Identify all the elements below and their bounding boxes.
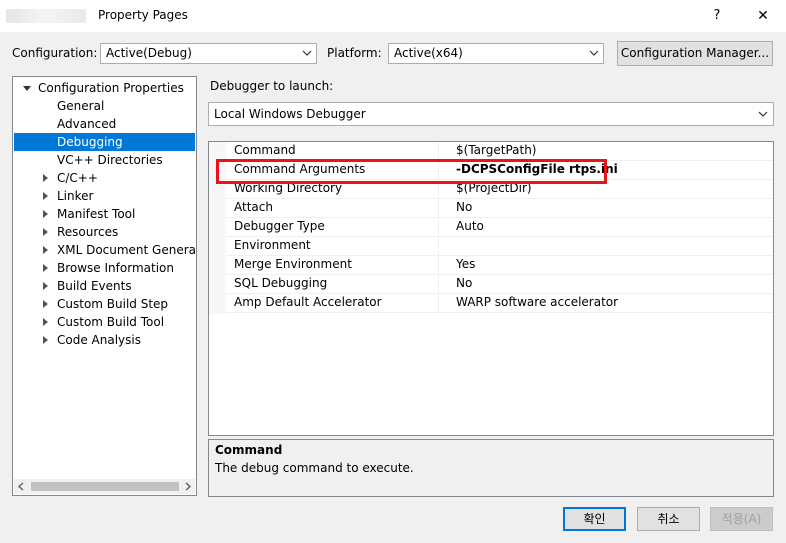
platform-label: Platform: — [327, 46, 382, 60]
description-title: Command — [215, 443, 283, 457]
app-icon — [6, 9, 86, 23]
horizontal-scrollbar[interactable] — [14, 479, 195, 494]
scroll-right-icon[interactable] — [183, 482, 192, 491]
cancel-button[interactable]: 취소 — [637, 507, 700, 531]
apply-button[interactable]: 적용(A) — [710, 507, 773, 531]
property-value[interactable]: No — [438, 275, 472, 294]
chevron-down-icon — [589, 50, 599, 56]
expand-arrow-icon[interactable] — [43, 318, 48, 326]
category-tree[interactable]: Configuration Properties General Advanced… — [12, 76, 197, 496]
highlight-annotation — [216, 159, 607, 184]
tree-item-vc-directories[interactable]: VC++ Directories — [57, 151, 163, 169]
property-grid[interactable]: Command $(TargetPath) Command Arguments -DC… — [208, 141, 774, 436]
property-name: Debugger Type — [234, 219, 325, 233]
tree-item-resources[interactable]: Resources — [57, 223, 118, 241]
property-name: SQL Debugging — [234, 276, 328, 290]
tree-item-xml-document-generator[interactable]: XML Document Generator — [57, 241, 196, 259]
debugger-value: Local Windows Debugger — [214, 107, 366, 121]
chevron-down-icon — [758, 111, 768, 117]
property-row[interactable]: Merge Environment Yes — [226, 256, 773, 275]
property-name: Command — [234, 143, 296, 157]
expand-arrow-icon[interactable] — [43, 336, 48, 344]
configuration-value: Active(Debug) — [106, 46, 192, 60]
tree-item-custom-build-step[interactable]: Custom Build Step — [57, 295, 168, 313]
expand-arrow-icon[interactable] — [43, 282, 48, 290]
property-row[interactable]: SQL Debugging No — [226, 275, 773, 294]
property-name: Amp Default Accelerator — [234, 295, 382, 309]
configuration-dropdown[interactable]: Active(Debug) — [100, 43, 317, 64]
window-title: Property Pages — [98, 8, 188, 22]
expand-arrow-icon[interactable] — [43, 210, 48, 218]
platform-dropdown[interactable]: Active(x64) — [388, 43, 604, 64]
tree-item-custom-build-tool[interactable]: Custom Build Tool — [57, 313, 164, 331]
property-value[interactable]: WARP software accelerator — [438, 294, 618, 313]
expand-arrow-icon[interactable] — [43, 192, 48, 200]
property-name: Attach — [234, 200, 273, 214]
configuration-label: Configuration: — [12, 46, 98, 60]
tree-item-debugging[interactable]: Debugging — [14, 133, 195, 151]
property-name: Environment — [234, 238, 311, 252]
scrollbar-thumb[interactable] — [31, 482, 179, 491]
property-row[interactable]: Attach No — [226, 199, 773, 218]
property-value[interactable]: No — [438, 199, 472, 218]
expand-arrow-icon[interactable] — [43, 300, 48, 308]
tree-item-build-events[interactable]: Build Events — [57, 277, 132, 295]
debugger-label: Debugger to launch: — [210, 79, 334, 93]
property-value[interactable] — [438, 237, 456, 256]
property-value[interactable]: Auto — [438, 218, 484, 237]
close-button[interactable]: ✕ — [740, 0, 786, 32]
tree-item-general[interactable]: General — [57, 97, 104, 115]
tree-item-c-c[interactable]: C/C++ — [57, 169, 98, 187]
description-panel: Command The debug command to execute. — [208, 439, 774, 497]
property-row[interactable]: Debugger Type Auto — [226, 218, 773, 237]
help-button[interactable]: ? — [700, 0, 734, 32]
platform-value: Active(x64) — [394, 46, 463, 60]
configuration-manager-button[interactable]: Configuration Manager... — [617, 41, 773, 66]
expand-arrow-icon[interactable] — [43, 246, 48, 254]
property-value[interactable]: Yes — [438, 256, 475, 275]
tree-item-code-analysis[interactable]: Code Analysis — [57, 331, 141, 349]
expand-arrow-icon[interactable] — [43, 228, 48, 236]
tree-item-manifest-tool[interactable]: Manifest Tool — [57, 205, 135, 223]
tree-root-configuration-properties[interactable]: Configuration Properties — [38, 79, 184, 97]
expand-arrow-icon[interactable] — [43, 174, 48, 182]
chevron-down-icon — [302, 50, 312, 56]
description-text: The debug command to execute. — [215, 461, 414, 475]
scroll-left-icon[interactable] — [17, 482, 26, 491]
tree-item-browse-information[interactable]: Browse Information — [57, 259, 174, 277]
tree-item-linker[interactable]: Linker — [57, 187, 93, 205]
property-name: Merge Environment — [234, 257, 352, 271]
collapse-arrow-icon[interactable] — [23, 86, 31, 91]
debugger-dropdown[interactable]: Local Windows Debugger — [208, 102, 774, 126]
property-row[interactable]: Amp Default Accelerator WARP software acc… — [226, 294, 773, 313]
property-row[interactable]: Environment — [226, 237, 773, 256]
expand-arrow-icon[interactable] — [43, 264, 48, 272]
ok-button[interactable]: 확인 — [563, 507, 626, 531]
tree-item-advanced[interactable]: Advanced — [57, 115, 116, 133]
